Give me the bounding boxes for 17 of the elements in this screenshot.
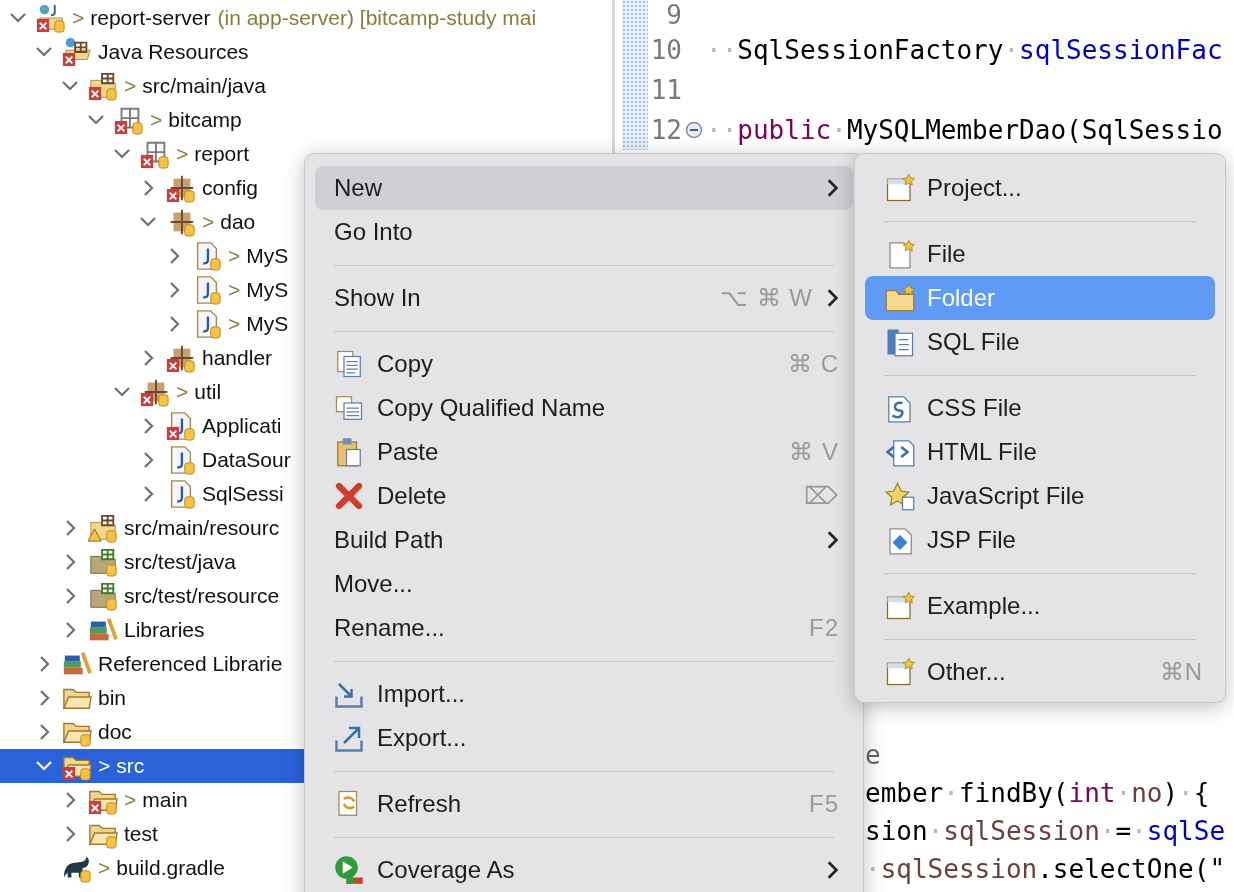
code-line: ··public·MySQLMemberDao(SqlSessio <box>706 115 1223 145</box>
line-number: 10 <box>649 35 682 65</box>
code-line: sion·sqlSession·=·sqlSe <box>865 816 1226 846</box>
line-number: 12 <box>649 115 682 145</box>
shortcut-label: F5 <box>809 790 839 818</box>
code-line: ember·findBy(int·no)·{ <box>865 778 1210 808</box>
code-line: ·sqlSession.selectOne(" <box>865 854 1226 884</box>
shortcut-label: F2 <box>809 614 839 642</box>
line-number: 11 <box>649 75 682 105</box>
shortcut-label: ⌘ C <box>788 350 839 378</box>
code-line: e <box>865 740 881 770</box>
code-line: ··SqlSessionFactory·sqlSessionFac <box>706 35 1223 65</box>
shortcut-label: ⌘ V <box>789 438 839 466</box>
shortcut-label: ⌦ <box>804 482 839 510</box>
line-number: 9 <box>665 0 682 30</box>
shortcut-label: ⌘N <box>1159 658 1203 686</box>
shortcut-label: ⌥ ⌘ W <box>720 284 813 312</box>
